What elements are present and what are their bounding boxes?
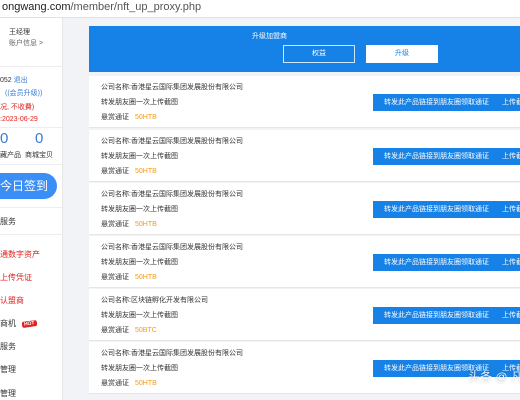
reward-value: 50HTB xyxy=(135,114,157,121)
watermark: 头条 @ 凡 xyxy=(468,370,520,384)
reward-line: 悬赏通证 50HTB xyxy=(101,272,157,282)
sidebar-menu-opportunities[interactable]: 商机 HOT xyxy=(0,318,37,329)
share-to-moments-button[interactable]: 转发此产品链接到朋友圈领取通证 xyxy=(373,201,500,218)
company-name: 香港星云国际集团发展股份有限公司 xyxy=(130,244,243,251)
reward-value: 50BTC xyxy=(135,327,157,334)
sidebar-menu-manage[interactable]: 管理 xyxy=(0,364,16,375)
task-card: 公司名称:区块链孵化开发有限公司 转发朋友圈一次上传截图 悬赏通证 50BTC 转… xyxy=(89,289,520,341)
company-label: 公司名称: xyxy=(101,297,131,304)
reward-value: 50HTB xyxy=(135,274,157,281)
share-to-moments-button[interactable]: 转发此产品链接到朋友圈领取通证 xyxy=(373,148,500,165)
fee-notice: 况, 不收費) xyxy=(0,104,35,111)
company-line: 公司名称:香港星云国际集团发展股份有限公司 xyxy=(101,189,243,199)
sidebar-menu-service[interactable]: 服务 xyxy=(0,216,16,227)
task-card: 公司名称:香港星云国际集团发展股份有限公司 转发朋友圈一次上传截图 悬赏通证 50… xyxy=(89,183,520,235)
task-card: 公司名称:香港星云国际集团发展股份有限公司 转发朋友圈一次上传截图 悬赏通证 50… xyxy=(89,76,520,128)
logout-link[interactable]: 退出 xyxy=(14,77,28,84)
hot-badge: HOT xyxy=(21,319,37,328)
upload-screenshot-button[interactable]: 上传截图 xyxy=(499,201,520,218)
task-card: 公司名称:香港星云国际集团发展股份有限公司 转发朋友圈一次上传截图 悬赏通证 50… xyxy=(89,236,520,288)
company-line: 公司名称:香港星云国际集团发展股份有限公司 xyxy=(101,242,243,252)
company-name: 香港星云国际集团发展股份有限公司 xyxy=(130,84,243,91)
divider xyxy=(0,66,62,67)
upload-screenshot-button[interactable]: 上传截图 xyxy=(499,94,520,111)
reward-label: 悬赏通证 xyxy=(101,221,129,228)
upload-screenshot-button[interactable]: 上传截图 xyxy=(499,254,520,271)
company-label: 公司名称: xyxy=(101,244,131,251)
company-label: 公司名称: xyxy=(101,138,131,145)
divider xyxy=(0,207,62,208)
mall-items-count[interactable]: 0 xyxy=(35,130,43,147)
transfer-instruction: 转发朋友圈一次上传截图 xyxy=(101,206,178,213)
company-name: 区块链孵化开发有限公司 xyxy=(130,297,208,304)
company-label: 公司名称: xyxy=(101,191,131,198)
member-sidebar: 王经理 账户信息 > 052 退出 ((会员升级)) 况, 不收費) :2023… xyxy=(0,18,63,400)
reward-line: 悬赏通证 50BTC xyxy=(101,325,157,335)
opportunities-label: 商机 xyxy=(0,319,16,328)
transfer-instruction: 转发朋友圈一次上传截图 xyxy=(101,99,178,106)
company-line: 公司名称:区块链孵化开发有限公司 xyxy=(101,295,208,305)
company-line: 公司名称:香港星云国际集团发展股份有限公司 xyxy=(101,136,243,146)
company-name: 香港星云国际集团发展股份有限公司 xyxy=(130,350,243,357)
transfer-instruction: 转发朋友圈一次上传截图 xyxy=(101,312,178,319)
share-to-moments-button[interactable]: 转发此产品链接到朋友圈领取通证 xyxy=(373,94,500,111)
reward-value: 50HTB xyxy=(135,168,157,175)
account-line: 052 退出 xyxy=(0,75,28,85)
reward-value: 50HTB xyxy=(135,380,157,387)
reward-line: 悬赏通证 50HTB xyxy=(101,378,157,388)
member-upgrade-link[interactable]: ((会员升级)) xyxy=(5,88,42,98)
company-name: 香港星云国际集团发展股份有限公司 xyxy=(130,138,243,145)
banner-title: 升级加盟商 xyxy=(252,33,287,40)
expiry-date: :2023-06-29 xyxy=(0,116,38,123)
divider xyxy=(0,127,62,128)
share-to-moments-button[interactable]: 转发此产品链接到朋友圈领取通证 xyxy=(373,307,500,324)
reward-label: 悬赏通证 xyxy=(101,380,129,387)
reward-value: 50HTB xyxy=(135,221,157,228)
account-number: 052 xyxy=(0,77,12,84)
task-card: 公司名称:香港星云国际集团发展股份有限公司 转发朋友圈一次上传截图 悬赏通证 50… xyxy=(89,342,520,394)
reward-label: 悬赏通证 xyxy=(101,327,129,334)
upload-screenshot-button[interactable]: 上传截图 xyxy=(499,148,520,165)
sidebar-menu-franchise[interactable]: 认盟商 xyxy=(0,295,24,306)
company-label: 公司名称: xyxy=(101,84,131,91)
share-to-moments-button[interactable]: 转发此产品链接到朋友圈领取通证 xyxy=(373,254,500,271)
sidebar-menu-digital-assets[interactable]: 通数字资产 xyxy=(0,249,40,260)
company-line: 公司名称:香港星云国际集团发展股份有限公司 xyxy=(101,82,243,92)
tab-equity[interactable]: 权益 xyxy=(283,45,355,63)
reward-label: 悬赏通证 xyxy=(101,168,129,175)
url-text[interactable]: ongwang.com/member/nft_up_proxy.php xyxy=(2,1,201,13)
company-name: 香港星云国际集团发展股份有限公司 xyxy=(130,191,243,198)
url-path: /member/nft_up_proxy.php xyxy=(70,1,202,13)
url-host: ongwang.com xyxy=(2,1,71,13)
sidebar-menu-manage-2[interactable]: 管理 xyxy=(0,388,16,399)
user-name: 王经理 xyxy=(9,29,30,36)
account-info-link[interactable]: 账户信息 > xyxy=(9,38,43,48)
company-label: 公司名称: xyxy=(101,350,131,357)
reward-line: 悬赏通证 50HTB xyxy=(101,166,157,176)
divider xyxy=(0,234,62,235)
task-card: 公司名称:香港星云国际集团发展股份有限公司 转发朋友圈一次上传截图 悬赏通证 50… xyxy=(89,130,520,182)
reward-line: 悬赏通证 50HTB xyxy=(101,112,157,122)
transfer-instruction: 转发朋友圈一次上传截图 xyxy=(101,153,178,160)
transfer-instruction: 转发朋友圈一次上传截图 xyxy=(101,365,178,372)
collected-products-label: 藏产品 xyxy=(0,152,21,159)
mall-items-label: 商城宝贝 xyxy=(25,152,53,159)
divider xyxy=(0,164,62,165)
upload-screenshot-button[interactable]: 上传截图 xyxy=(499,307,520,324)
company-line: 公司名称:香港星云国际集团发展股份有限公司 xyxy=(101,348,243,358)
reward-line: 悬赏通证 50HTB xyxy=(101,219,157,229)
transfer-instruction: 转发朋友圈一次上传截图 xyxy=(101,259,178,266)
sidebar-menu-upload-voucher[interactable]: 上传凭证 xyxy=(0,272,32,283)
reward-label: 悬赏通证 xyxy=(101,274,129,281)
sidebar-menu-service-2[interactable]: 服务 xyxy=(0,341,16,352)
address-bar[interactable]: ongwang.com/member/nft_up_proxy.php xyxy=(0,0,520,18)
reward-label: 悬赏通证 xyxy=(101,114,129,121)
collected-products-count[interactable]: 0 xyxy=(0,130,8,147)
daily-checkin-button[interactable]: 今日签到 xyxy=(0,173,57,199)
tab-upgrade[interactable]: 升级 xyxy=(366,45,438,63)
